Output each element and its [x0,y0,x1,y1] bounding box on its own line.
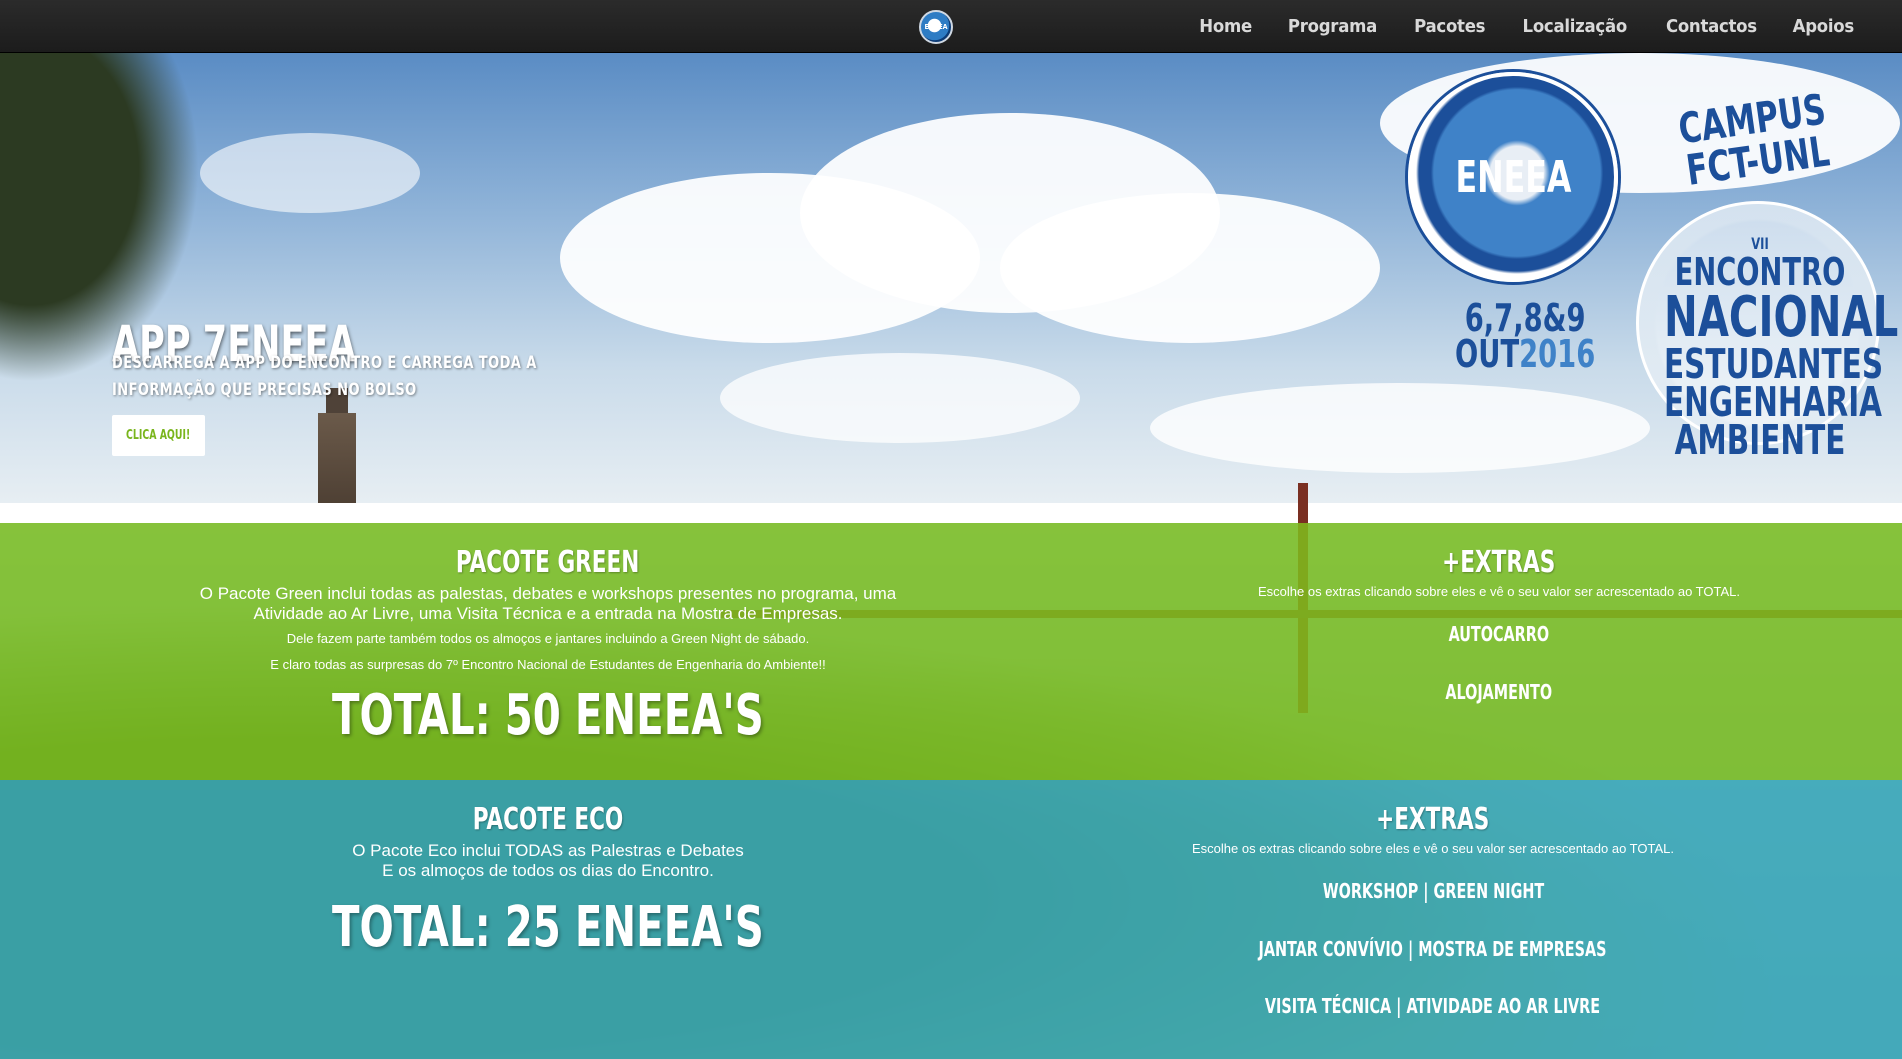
nav-link-home[interactable]: Home [1185,16,1265,37]
package-green-extras-description: Escolhe os extras clicando sobre eles e … [1258,584,1740,599]
eneea-logo: ENEEA [1408,72,1618,282]
seal-nacional: NACIONAL [1664,285,1899,350]
package-eco-extras-description: Escolhe os extras clicando sobre eles e … [1192,841,1674,856]
package-green-description: O Pacote Green inclui todas as palestas,… [199,584,897,623]
nav-link-pacotes[interactable]: Pacotes [1400,16,1499,37]
extra-autocarro[interactable]: AUTOCARRO [1096,622,1902,646]
event-month: OUT [1455,332,1520,376]
package-green-note-surprises: E claro todas as surpresas do 7º Encontr… [270,657,826,672]
package-green-title: PACOTE GREEN [456,545,640,580]
extra-mostra-empresas[interactable]: MOSTRA DE EMPRESAS [1419,937,1607,961]
download-app-button-label: CLICA AQUI! [126,428,191,443]
package-eco-info: PACOTE ECO O Pacote Eco inclui TODAS as … [0,802,1096,960]
eneea-logo-text: ENEEA [1455,151,1571,203]
package-eco-extras-title: +EXTRAS [1376,802,1490,837]
extra-visita-tecnica[interactable]: VISITA TÉCNICA [1265,994,1391,1018]
package-eco: PACOTE ECO O Pacote Eco inclui TODAS as … [0,780,1902,1059]
monument-tower [318,413,356,503]
package-green-extras-title: +EXTRAS [1442,545,1556,580]
package-green: PACOTE GREEN O Pacote Green inclui todas… [0,523,1902,780]
cloud [200,133,420,213]
navbar: ENEEA Home Programa Pacotes Localização … [0,0,1902,53]
campus-label: CAMPUS FCT-UNL [1675,84,1834,194]
nav-link-apoios[interactable]: Apoios [1779,16,1868,37]
package-eco-description-1: O Pacote Eco inclui TODAS as Palestras e… [352,841,744,860]
package-green-note-meals: Dele fazem parte também todos os almoços… [286,631,810,646]
package-eco-description-2: E os almoços de todos os dias do Encontr… [382,861,714,880]
cloud [1000,193,1380,343]
hero-subtitle: Descarrega a app do encontro e carrega t… [112,353,537,400]
package-green-extras: +EXTRAS Escolhe os extras clicando sobre… [1096,545,1902,704]
extra-alojamento[interactable]: ALOJAMENTO [1096,680,1902,704]
nav-links: Home Programa Pacotes Localização Contac… [1182,0,1872,53]
package-eco-title: PACOTE ECO [472,802,624,837]
extra-separator: | [1422,879,1429,903]
package-green-info: PACOTE GREEN O Pacote Green inclui todas… [0,545,1096,748]
seal-ambiente: AMBIENTE [1674,416,1846,464]
cloud [1150,383,1650,473]
event-seal-text: VII ENCONTRO NACIONAL ESTUDANTES ENGENHA… [1664,235,1899,464]
extra-green-night[interactable]: GREEN NIGHT [1433,879,1544,903]
extra-atividade-ar-livre[interactable]: ATIVIDADE AO AR LIVRE [1407,994,1601,1018]
event-dates: 6,7,8&9 OUT2016 [1455,296,1595,373]
extra-row: WORKSHOP | GREEN NIGHT [1036,879,1830,903]
extra-jantar-convivio[interactable]: JANTAR CONVÍVIO [1259,937,1403,961]
package-green-total: TOTAL: 50 ENEEA'S [332,683,764,748]
download-app-button[interactable]: CLICA AQUI! [112,415,205,456]
cloud [720,353,1080,443]
package-eco-total: TOTAL: 25 ENEEA'S [332,895,764,960]
extra-row: VISITA TÉCNICA | ATIVIDADE AO AR LIVRE [1036,994,1830,1018]
nav-logo-text: ENEEA [924,23,948,31]
event-days: 6,7,8&9 [1464,296,1586,340]
extra-separator: | [1408,937,1414,961]
nav-logo[interactable]: ENEEA [919,10,953,44]
nav-link-localizacao[interactable]: Localização [1509,16,1641,37]
package-eco-extras: +EXTRAS Escolhe os extras clicando sobre… [1036,802,1830,1018]
extra-workshop[interactable]: WORKSHOP [1322,879,1418,903]
divider-band [0,503,1902,523]
extra-row: JANTAR CONVÍVIO | MOSTRA DE EMPRESAS [1036,937,1830,961]
nav-link-contactos[interactable]: Contactos [1652,16,1770,37]
hero-banner: APP 7ENEEA Descarrega a app do encontro … [0,53,1902,503]
event-year: 2016 [1519,332,1596,376]
nav-link-programa[interactable]: Programa [1274,16,1391,37]
extra-separator: | [1396,994,1402,1018]
event-month-year: OUT2016 [1455,335,1595,373]
